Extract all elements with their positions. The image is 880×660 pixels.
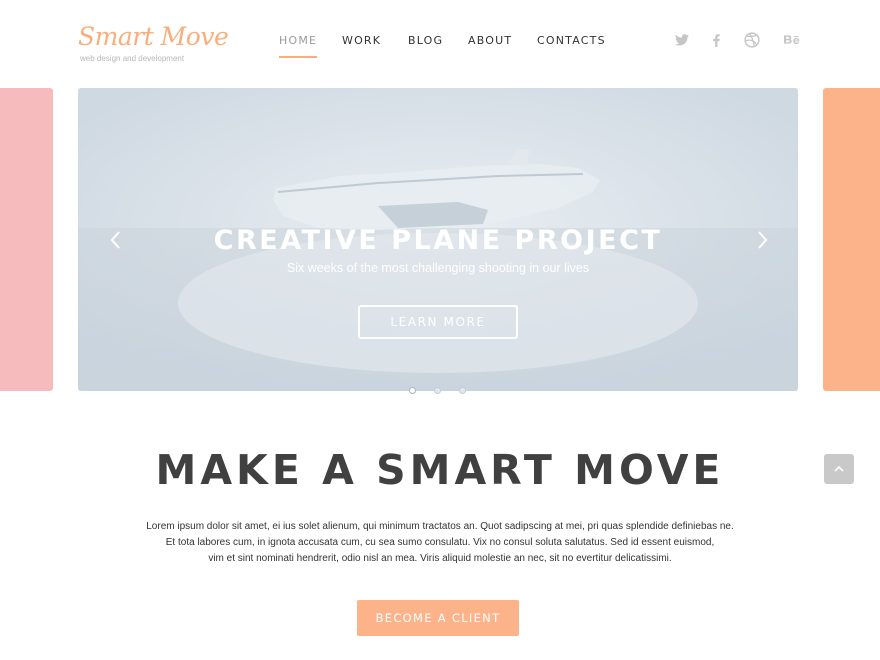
logo-tagline: web design and development xyxy=(80,54,185,63)
nav-item-blog[interactable]: BLOG xyxy=(408,34,443,47)
facebook-icon[interactable] xyxy=(707,31,725,49)
hero-slide: CREATIVE PLANE PROJECT Six weeks of the … xyxy=(78,88,798,391)
dribbble-icon[interactable] xyxy=(743,31,761,49)
become-client-button[interactable]: BECOME A CLIENT xyxy=(357,600,519,636)
paragraph-line: Et tota labores cum, in ignota accusata … xyxy=(165,537,715,548)
nav-item-label: BLOG xyxy=(408,34,444,47)
section-heading: MAKE A SMART MOVE xyxy=(155,446,725,494)
nav-item-home[interactable]: HOME xyxy=(279,34,318,58)
hero-title: CREATIVE PLANE PROJECT xyxy=(213,225,663,256)
learn-more-button[interactable]: LEARN MORE xyxy=(358,305,518,339)
logo-title: Smart Move xyxy=(78,22,229,51)
intro-paragraph: Lorem ipsum dolor sit amet, ei ius solet… xyxy=(120,519,760,567)
nav-item-contacts[interactable]: CONTACTS xyxy=(537,34,606,47)
behance-icon[interactable] xyxy=(782,31,802,49)
chevron-up-icon xyxy=(834,465,844,472)
scroll-to-top-button[interactable] xyxy=(824,454,854,484)
next-slide-preview[interactable] xyxy=(823,88,880,391)
paragraph-line: Lorem ipsum dolor sit amet, ei ius solet… xyxy=(146,521,734,532)
hero-subtitle: Six weeks of the most challenging shooti… xyxy=(286,261,590,275)
nav-item-label: WORK xyxy=(342,34,382,47)
learn-more-label: LEARN MORE xyxy=(390,315,486,329)
logo[interactable]: Smart Move web design and development xyxy=(78,22,229,68)
nav-item-label: HOME xyxy=(279,34,318,47)
nav-item-label: CONTACTS xyxy=(537,34,606,47)
slider-dot-2[interactable] xyxy=(434,387,441,394)
paragraph-line: vim et sint nominati hendrerit, odio nis… xyxy=(208,553,672,564)
become-client-label: BECOME A CLIENT xyxy=(375,611,501,625)
slider-dot-3[interactable] xyxy=(459,387,466,394)
nav-item-label: ABOUT xyxy=(468,34,513,47)
slider-dot-1[interactable] xyxy=(409,387,416,394)
slider-dots xyxy=(0,387,880,397)
twitter-icon[interactable] xyxy=(673,31,691,49)
prev-slide-preview[interactable] xyxy=(0,88,53,391)
nav-active-underline xyxy=(279,56,318,58)
nav-item-about[interactable]: ABOUT xyxy=(468,34,512,47)
nav-item-work[interactable]: WORK xyxy=(342,34,381,47)
